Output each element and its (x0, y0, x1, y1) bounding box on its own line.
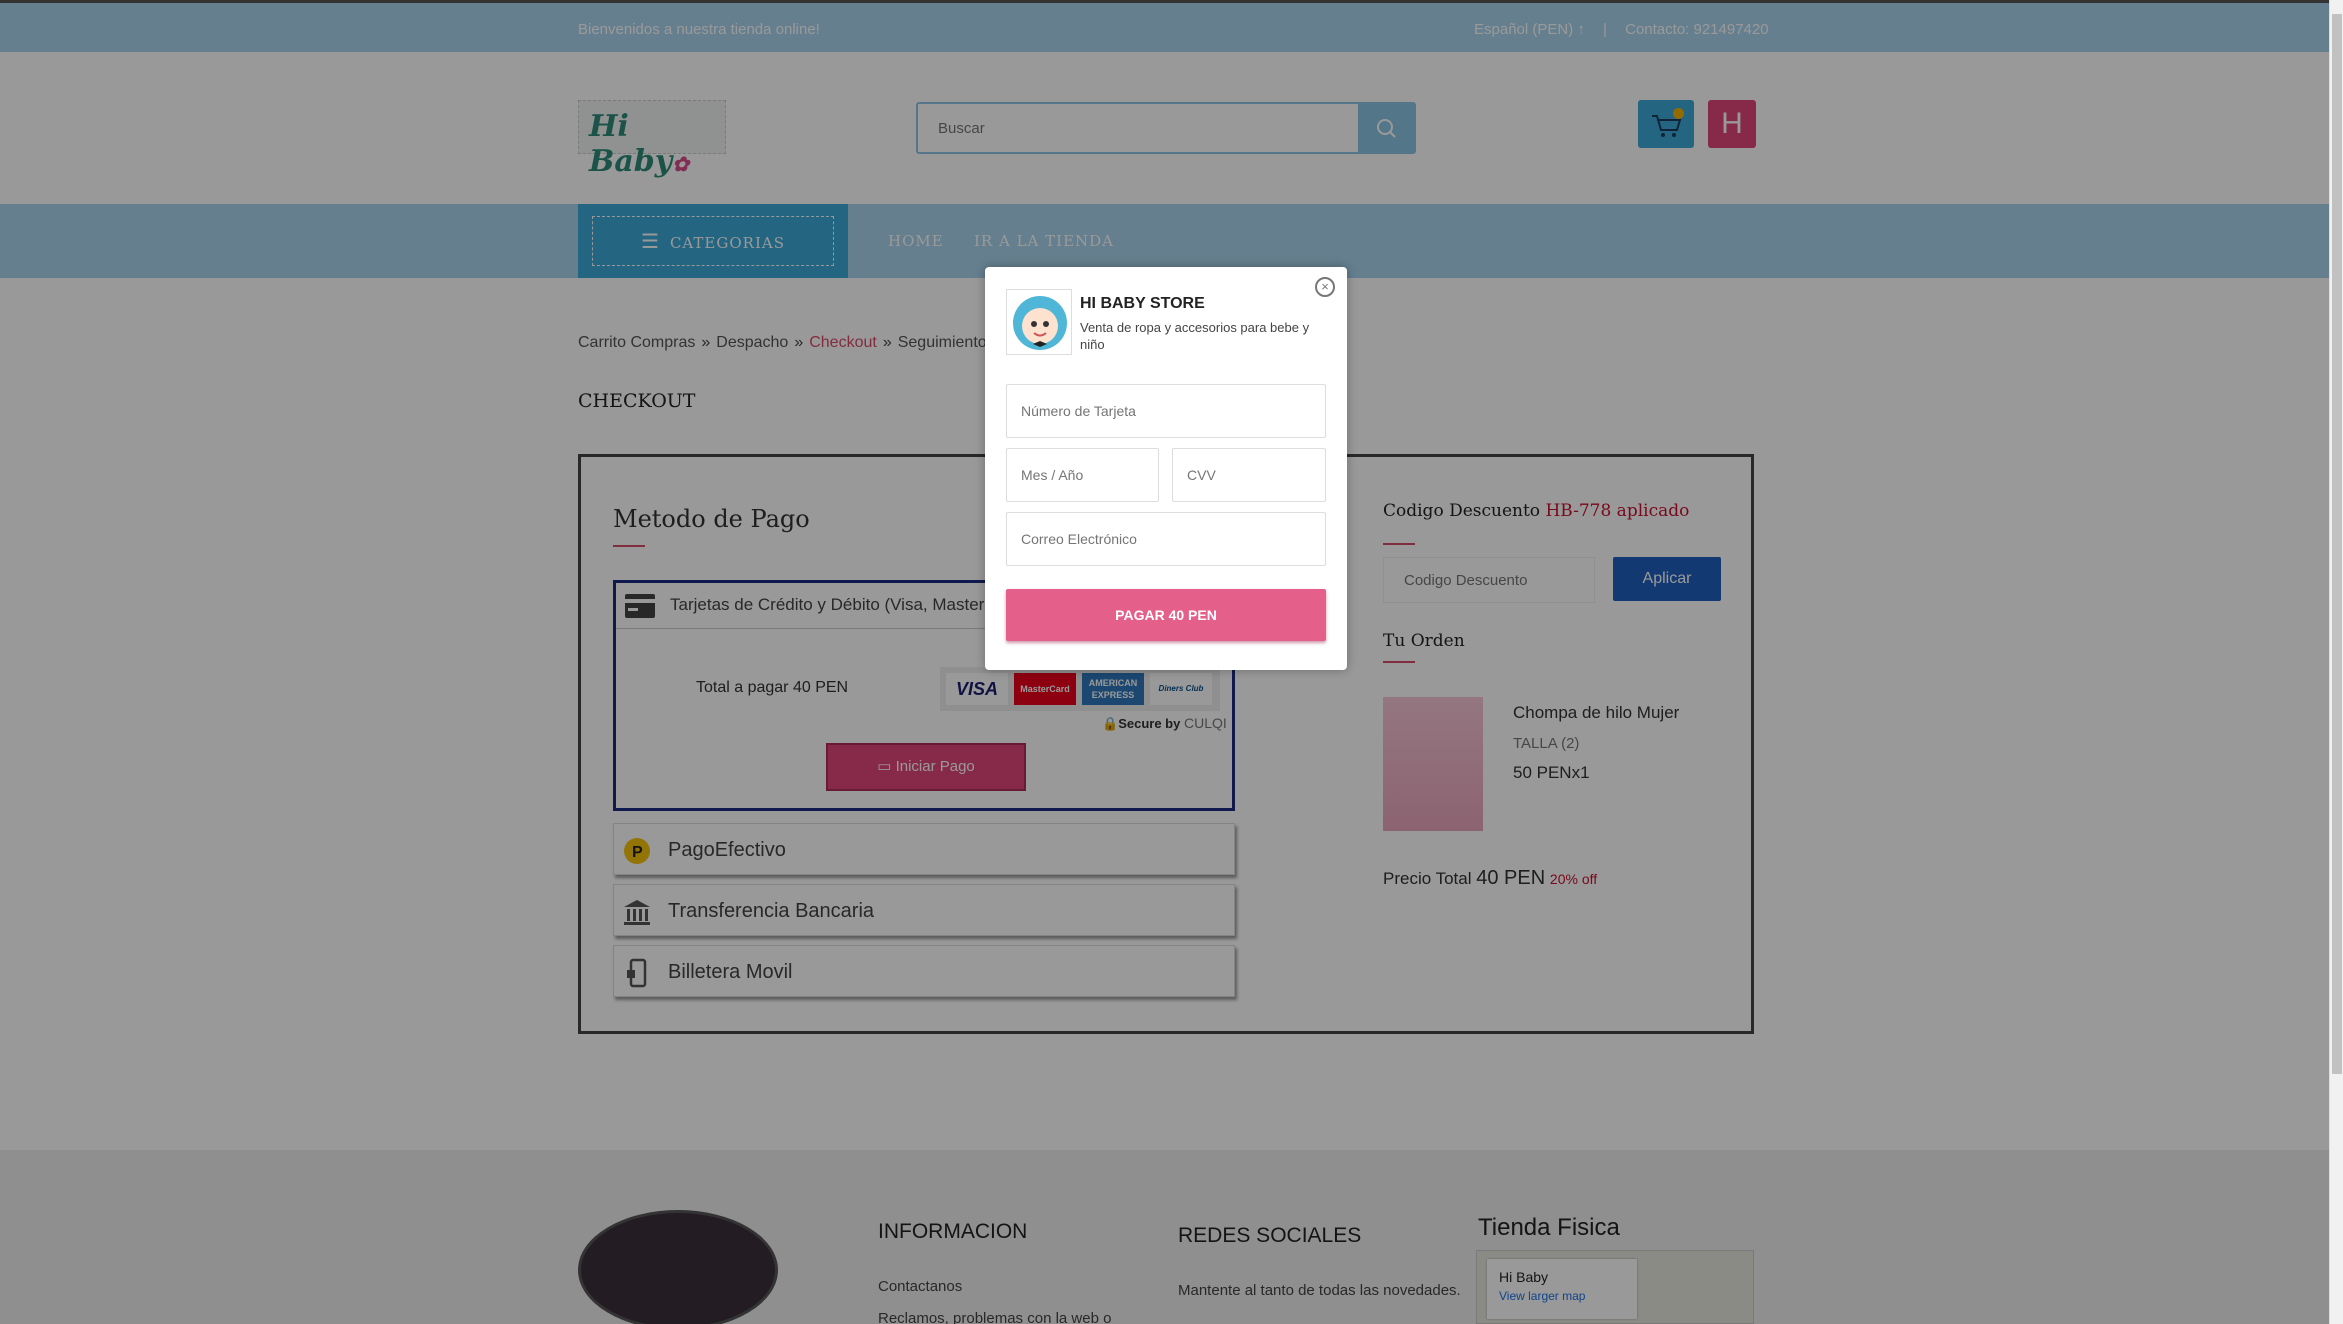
modal-store-name: HI BABY STORE (1080, 295, 1205, 312)
pay-button[interactable]: PAGAR 40 PEN (1006, 589, 1326, 641)
card-number-field[interactable] (1006, 384, 1326, 438)
close-icon[interactable]: × (1315, 277, 1335, 297)
email-field[interactable] (1006, 512, 1326, 566)
modal-store-description: Venta de ropa y accesorios para bebe y n… (1080, 320, 1310, 352)
cvv-field[interactable] (1172, 448, 1326, 502)
scrollbar-thumb[interactable] (2332, 14, 2342, 1074)
page: Bienvenidos a nuestra tienda online! Esp… (0, 0, 2343, 1324)
expiry-field[interactable] (1006, 448, 1159, 502)
baby-face-icon (1013, 296, 1067, 350)
culqi-payment-modal: × HI BABY STORE Venta de ropa y accesori… (985, 267, 1347, 670)
page-scrollbar[interactable] (2329, 0, 2343, 1324)
store-logo (1006, 289, 1072, 355)
